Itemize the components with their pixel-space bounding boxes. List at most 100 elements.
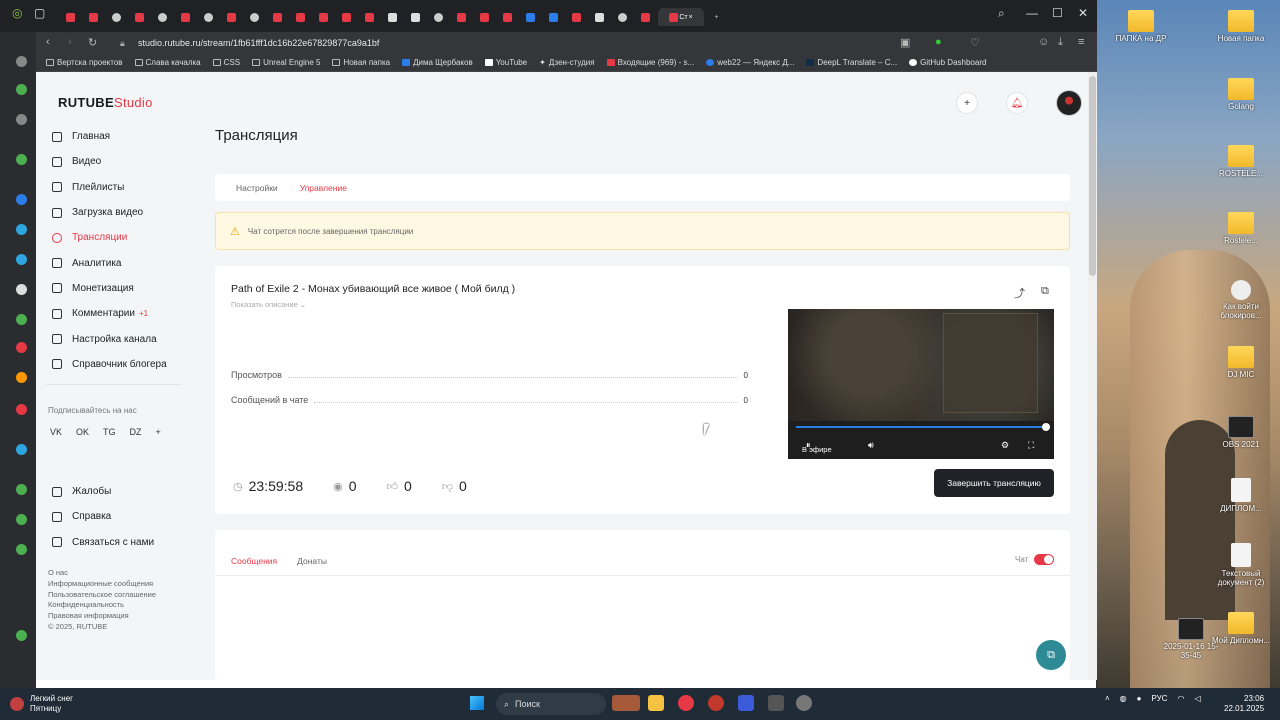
- panel-icon[interactable]: [16, 84, 27, 95]
- sidebar-item-upload[interactable]: Загрузка видео: [46, 200, 186, 225]
- footer-link[interactable]: Конфиденциальность: [48, 600, 156, 611]
- stream-preview-player[interactable]: ⏸ В эфире 🔊︎ ⚙ ⛶: [788, 309, 1054, 459]
- panel-icon[interactable]: [16, 254, 27, 265]
- desktop-icon[interactable]: ROSTELE...: [1210, 145, 1272, 178]
- browser-tab[interactable]: [359, 8, 380, 26]
- settings-gear-icon[interactable]: ⚙: [1001, 440, 1009, 451]
- bookmark-item[interactable]: Unreal Engine 5: [252, 58, 320, 67]
- panel-icon[interactable]: [16, 444, 27, 455]
- language-indicator[interactable]: РУС: [1152, 694, 1168, 703]
- panel-icon[interactable]: [16, 224, 27, 235]
- browser-tab-active[interactable]: Ст ×: [658, 8, 704, 26]
- panel-icon[interactable]: [16, 194, 27, 205]
- dzen-icon[interactable]: DZ: [130, 427, 142, 437]
- panel-icon[interactable]: [16, 404, 27, 415]
- bookmark-item[interactable]: web22 — Яндекс Д...: [706, 58, 794, 67]
- bookmark-item[interactable]: CSS: [212, 58, 240, 67]
- sidebar-item-home[interactable]: Главная: [46, 124, 186, 149]
- panel-icon[interactable]: [16, 484, 27, 495]
- sidebar-item-channel-settings[interactable]: Настройка канала: [46, 326, 186, 351]
- telegram-icon[interactable]: TG: [103, 427, 116, 437]
- desktop-icon[interactable]: Текстовый документ (2): [1210, 543, 1272, 587]
- back-icon[interactable]: ‹: [46, 36, 50, 48]
- browser-tab[interactable]: [566, 8, 587, 26]
- vk-icon[interactable]: VK: [50, 427, 62, 437]
- panel-icon[interactable]: [16, 514, 27, 525]
- menu-icon[interactable]: ≡: [1078, 36, 1084, 48]
- footer-link[interactable]: О нас: [48, 568, 156, 579]
- app-icon[interactable]: [738, 695, 754, 711]
- show-description-link[interactable]: Показать описание ⌄: [231, 300, 306, 309]
- end-stream-button[interactable]: Завершить трансляцию: [934, 469, 1054, 497]
- browser-logo-icon[interactable]: ◎: [12, 6, 22, 20]
- maximize-icon[interactable]: ☐: [1052, 6, 1063, 20]
- panel-icon[interactable]: [16, 56, 27, 67]
- reload-icon[interactable]: ↻: [88, 36, 97, 49]
- ok-icon[interactable]: OK: [76, 427, 89, 437]
- browser-tab[interactable]: [451, 8, 472, 26]
- desktop-icon[interactable]: OBS 2021: [1210, 416, 1272, 449]
- sidebar-item-broadcasts[interactable]: Трансляции: [46, 225, 186, 250]
- support-chat-button[interactable]: ⧉: [1036, 640, 1066, 670]
- browser-tab[interactable]: [152, 8, 173, 26]
- taskbar-search[interactable]: ⌕ Поиск: [496, 693, 606, 715]
- bookmark-item[interactable]: DeepL Translate – C...: [806, 58, 897, 67]
- chevron-up-icon[interactable]: ˄: [1105, 694, 1110, 703]
- desktop-icon[interactable]: ДИПЛОМ...: [1210, 478, 1272, 513]
- app-icon[interactable]: [768, 695, 784, 711]
- avatar[interactable]: [1056, 90, 1082, 116]
- bookmark-item[interactable]: Входящие (969) - s...: [606, 58, 694, 67]
- browser-tab[interactable]: [520, 8, 541, 26]
- chat-toggle[interactable]: [1034, 554, 1055, 565]
- share-icon[interactable]: ⤴: [1014, 285, 1025, 301]
- close-window-icon[interactable]: ✕: [1078, 6, 1088, 20]
- scrollbar-thumb[interactable]: [1089, 76, 1096, 276]
- yandex-browser-icon[interactable]: [678, 695, 694, 711]
- player-progress-handle[interactable]: [1042, 423, 1050, 431]
- download-icon[interactable]: ⤓: [1058, 36, 1063, 49]
- extension-icon[interactable]: ▣: [900, 36, 910, 49]
- sidebar-item-complaints[interactable]: Жалобы: [46, 479, 186, 504]
- volume-icon[interactable]: ◁: [1195, 694, 1201, 703]
- panel-icon[interactable]: [16, 372, 27, 383]
- browser-tab[interactable]: [474, 8, 495, 26]
- browser-tab[interactable]: [267, 8, 288, 26]
- panel-icon[interactable]: [16, 114, 27, 125]
- sidebar-item-contact[interactable]: Связаться с нами: [46, 530, 186, 555]
- browser-tab[interactable]: [106, 8, 127, 26]
- panel-icon[interactable]: [16, 284, 27, 295]
- browser-tab[interactable]: [612, 8, 633, 26]
- desktop-icon[interactable]: Как войти блокиров...: [1210, 280, 1272, 320]
- desktop-icon[interactable]: Golang: [1210, 78, 1272, 111]
- browser-tab[interactable]: [382, 8, 403, 26]
- close-tab-icon[interactable]: ×: [689, 14, 693, 21]
- extension-icon[interactable]: ●: [935, 36, 942, 48]
- more-icon[interactable]: +: [156, 427, 161, 437]
- tab-list-icon[interactable]: ▢: [34, 6, 45, 20]
- browser-tab[interactable]: [290, 8, 311, 26]
- desktop-icon[interactable]: DJ MIC: [1210, 346, 1272, 379]
- tab-settings[interactable]: Настройки: [236, 183, 278, 193]
- tab-donations[interactable]: Донаты: [297, 556, 327, 566]
- page-scrollbar[interactable]: [1088, 72, 1097, 680]
- sidebar-item-comments[interactable]: Комментарии +1: [46, 301, 186, 326]
- sidebar-item-playlists[interactable]: Плейлисты: [46, 175, 186, 200]
- new-tab-button[interactable]: +: [706, 8, 727, 26]
- start-button[interactable]: [470, 696, 484, 710]
- browser-tab[interactable]: [428, 8, 449, 26]
- browser-tab[interactable]: [198, 8, 219, 26]
- address-bar[interactable]: 🔒︎ studio.rutube.ru/stream/1fb61fff1dc16…: [118, 35, 898, 51]
- weather-widget[interactable]: Легкий снег Пятницу: [10, 694, 73, 714]
- browser-tab[interactable]: [497, 8, 518, 26]
- player-progress-bar[interactable]: [796, 426, 1046, 428]
- browser-tab[interactable]: [405, 8, 426, 26]
- browser-tab[interactable]: [221, 8, 242, 26]
- browser-tab[interactable]: [175, 8, 196, 26]
- panel-icon[interactable]: [16, 544, 27, 555]
- bookmark-star-icon[interactable]: ♡: [970, 36, 980, 49]
- wifi-icon[interactable]: ◠: [1178, 694, 1185, 703]
- desktop-icon[interactable]: Новая папка: [1210, 10, 1272, 43]
- browser-tab[interactable]: [83, 8, 104, 26]
- sidebar-item-help[interactable]: Справка: [46, 504, 186, 529]
- footer-link[interactable]: Пользовательское соглашение: [48, 590, 156, 601]
